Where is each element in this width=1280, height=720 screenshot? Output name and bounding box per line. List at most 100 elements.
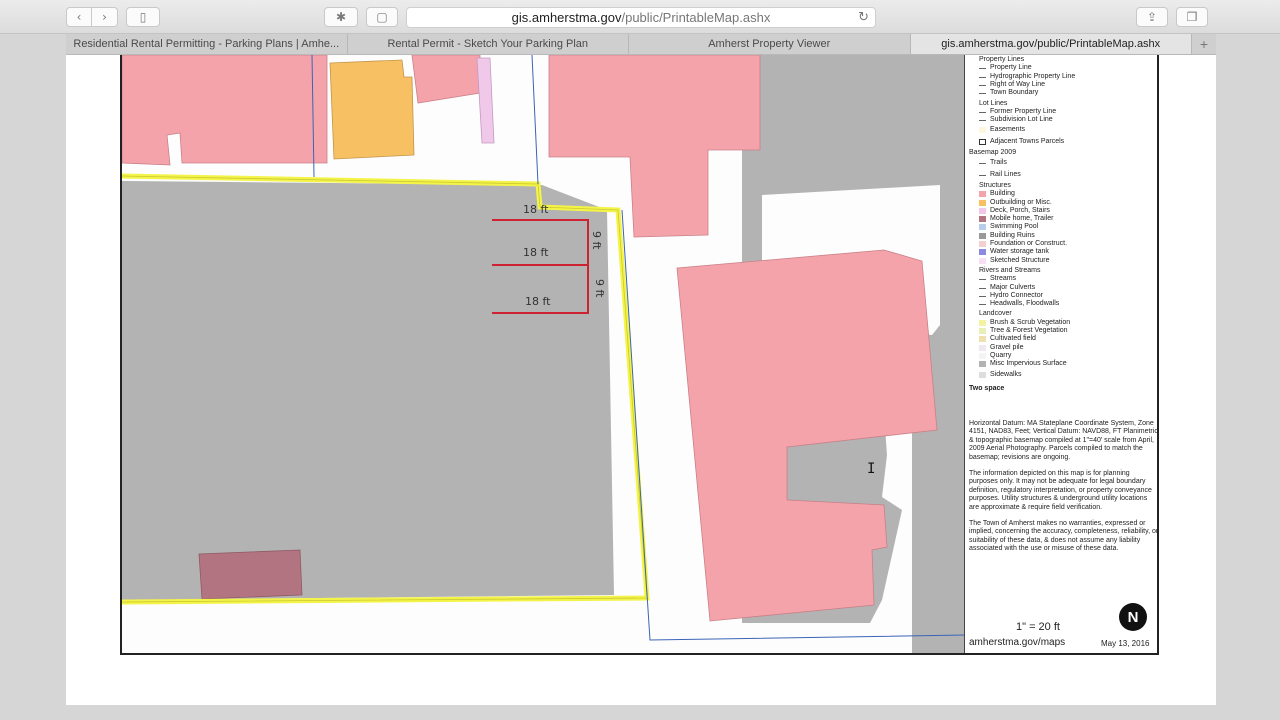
disclaimer-datum: Horizontal Datum: MA Stateplane Coordina… [969,420,1158,461]
tab-rental-parking-plans[interactable]: Residential Rental Permitting - Parking … [66,34,348,54]
legend-swatch [979,249,986,256]
legend-heading: Property Lines [979,56,1025,63]
legend-item: Deck, Porch, Stairs [990,206,1050,214]
legend-swatch [979,344,986,351]
legend-heading: Basemap 2009 [969,149,1017,156]
share-icon: ⇪ [1146,10,1158,24]
legend-swatch [979,319,986,326]
legend-layer-name: Two space [969,384,1005,392]
legend-swatch [979,68,986,70]
legend-swatch [979,199,986,206]
legend-item: Subdivision Lot Line [990,116,1053,124]
north-arrow-icon: N [1119,603,1147,631]
tab-label: Residential Rental Permitting - Parking … [73,38,340,50]
label-bot-18ft: 18 ft [525,295,551,308]
browser-toolbar: ‹ › ▯ ✱ ▢ gis.amherstma.gov/public/Print… [0,0,1280,34]
legend-item: Mobile home, Trailer [990,215,1054,223]
legend-swatch [979,304,986,306]
back-button[interactable]: ‹ [66,7,92,27]
legend-swatch [979,241,986,247]
legend-item: Building Ruins [990,231,1035,239]
footer-url: amherstma.gov/maps [969,637,1066,648]
nav-buttons: ‹ › [66,7,118,27]
url-path: /public/PrintableMap.ashx [621,10,771,25]
chevron-left-icon: ‹ [76,10,82,24]
page-content: 18 ft 18 ft 18 ft 9 ft 9 ft I Property L… [66,55,1216,705]
mobile-home [198,549,303,600]
tab-bar: Residential Rental Permitting - Parking … [66,34,1216,55]
legend-item: Quarry [990,351,1012,359]
legend-item: Foundation or Construct. [990,240,1068,247]
legend-item: Water storage tank [990,248,1049,256]
label-top-18ft: 18 ft [523,203,549,216]
legend-item: Gravel pile [990,343,1024,351]
legend-swatch [979,361,986,368]
tab-label: gis.amherstma.gov/public/PrintableMap.as… [941,38,1161,50]
address-bar[interactable]: gis.amherstma.gov/public/PrintableMap.as… [406,7,876,28]
footer-date: May 13, 2016 [1101,639,1150,648]
legend-swatch [979,257,986,264]
legend-item: Streams [990,275,1017,283]
sidebar-button[interactable]: ▯ [126,7,160,27]
legend-swatch [979,111,986,113]
legend-item: Headwalls, Floodwalls [990,300,1060,308]
legend-swatch [979,138,986,145]
tabs-icon: ❐ [1186,10,1198,24]
legend-swatch [979,216,986,223]
legend-swatch [979,232,986,239]
legend-item: Sketched Structure [990,256,1050,264]
legend-swatch [979,76,986,78]
legend-item: Hydrographic Property Line [990,72,1076,80]
legend-item: Former Property Line [990,107,1057,115]
chevron-right-icon: › [102,10,107,24]
tab-label: Rental Permit - Sketch Your Parking Plan [387,38,589,50]
legend-swatch [979,224,986,231]
tab-property-viewer[interactable]: Amherst Property Viewer [629,34,911,54]
new-tab-button[interactable]: + [1192,34,1216,54]
printable-map: 18 ft 18 ft 18 ft 9 ft 9 ft I Property L… [120,55,1159,655]
legend-swatch [979,174,986,176]
forward-button[interactable]: › [92,7,118,27]
legend-item: Rail Lines [990,170,1021,178]
disclaimer-warranty: The Town of Amherst makes no warranties,… [969,520,1159,553]
legend-swatch [979,127,986,134]
url-host: gis.amherstma.gov [511,10,622,25]
legend-item: Cultivated field [990,335,1036,343]
disclaimer-planning: The information depicted on this map is … [969,470,1152,511]
sidebar-icon: ▯ [139,10,147,24]
legend-item: Major Culverts [990,283,1036,291]
tab-sketch-parking-plan[interactable]: Rental Permit - Sketch Your Parking Plan [348,34,629,54]
tab-label: Amherst Property Viewer [708,38,831,50]
building-nw [122,55,328,166]
tabs-button[interactable]: ❐ [1176,7,1208,27]
legend-heading: Rivers and Streams [979,266,1041,274]
share-button[interactable]: ⇪ [1136,7,1168,27]
extension-button[interactable]: ✱ [324,7,358,27]
plus-icon: + [1199,36,1209,52]
map-scale: 1" = 20 ft [1016,621,1060,633]
tab-printable-map[interactable]: gis.amherstma.gov/public/PrintableMap.as… [910,34,1192,54]
legend-swatch [979,295,986,297]
legend-swatch [979,191,986,198]
legend-swatch [979,287,986,289]
legend-item: Misc Impervious Surface [990,360,1067,368]
outbuilding-orange [329,59,415,160]
legend-heading: Lot Lines [979,99,1008,107]
reload-icon[interactable]: ↻ [858,10,869,25]
parking-lot-surface [122,181,614,600]
legend-item: Trails [990,159,1007,167]
legend-swatch [979,163,986,165]
map-legend: Property Lines Property Line Hydrographic … [964,55,1159,653]
legend-swatch [979,352,986,359]
legend-swatch [979,336,986,343]
legend-item: Town Boundary [990,89,1039,97]
puzzle-icon: ✱ [335,10,347,24]
legend-swatch [979,279,986,281]
legend-item: Easements [990,126,1026,134]
tab-overview-button[interactable]: ▢ [366,7,398,27]
legend-heading: Landcover [979,310,1012,318]
legend-swatch [979,207,986,214]
legend-item: Brush & Scrub Vegetation [990,318,1071,326]
legend-item: Hydro Connector [990,291,1043,299]
map-canvas: 18 ft 18 ft 18 ft 9 ft 9 ft [122,55,965,653]
